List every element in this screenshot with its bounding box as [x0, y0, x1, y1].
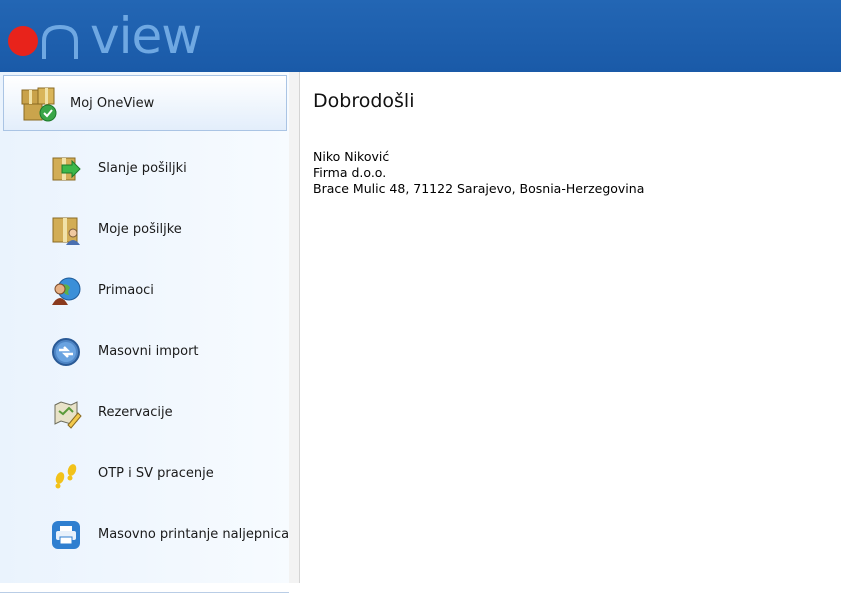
- sidebar-item-label: Rezervacije: [98, 405, 173, 420]
- sidebar-item-masovni-import[interactable]: Masovni import: [0, 321, 289, 382]
- package-person-icon: [52, 217, 80, 245]
- sidebar-item-masovno-printanje[interactable]: Masovno printanje naljepnica: [0, 504, 289, 565]
- user-details: Niko Niković Firma d.o.o. Brace Mulic 48…: [313, 149, 644, 197]
- sidebar-item-moje-posiljke[interactable]: Moje pošiljke: [0, 199, 289, 260]
- logo-n-icon: [42, 24, 78, 59]
- contacts-globe-icon: [52, 277, 81, 305]
- sidebar-item-label: Slanje pošiljki: [98, 161, 187, 176]
- package-send-icon: [52, 157, 81, 180]
- sidebar-item-rezervacije[interactable]: Rezervacije: [0, 382, 289, 443]
- oneview-logo: view: [8, 7, 202, 65]
- page-title: Dobrodošli: [313, 90, 415, 112]
- sidebar-item-label: OTP i SV pracenje: [98, 466, 214, 481]
- top-banner: view: [0, 0, 841, 72]
- sidebar-menu: Slanje pošiljki Moje pošiljke Primaoci M…: [0, 138, 289, 565]
- footprints-icon: [55, 463, 77, 488]
- user-name: Niko Niković: [313, 149, 390, 164]
- sidebar-item-label: Masovni import: [98, 344, 199, 359]
- sync-import-icon: [52, 337, 80, 366]
- main-content: Dobrodošli Niko Niković Firma d.o.o. Bra…: [300, 72, 841, 583]
- printer-icon: [52, 520, 80, 549]
- sidebar: Moj OneView Slanje pošiljki Moje pošiljk…: [0, 72, 290, 593]
- packages-check-icon: [21, 87, 57, 122]
- logo-red-dot: [8, 26, 38, 56]
- logo-text: view: [90, 7, 202, 65]
- sidebar-item-slanje-posiljki[interactable]: Slanje pošiljki: [0, 138, 289, 199]
- sidebar-item-label: Masovno printanje naljepnica: [98, 527, 289, 542]
- panel-splitter[interactable]: [289, 72, 300, 583]
- company-name: Firma d.o.o.: [313, 165, 387, 180]
- sidebar-item-otp-sv-pracenje[interactable]: OTP i SV pracenje: [0, 443, 289, 504]
- user-address: Brace Mulic 48, 71122 Sarajevo, Bosnia-H…: [313, 181, 645, 196]
- sidebar-header-label: Moj OneView: [70, 95, 155, 111]
- sidebar-item-primaoci[interactable]: Primaoci: [0, 260, 289, 321]
- sidebar-item-label: Moje pošiljke: [98, 222, 182, 237]
- reservation-map-icon: [54, 400, 82, 429]
- sidebar-header-moj-oneview[interactable]: Moj OneView: [3, 75, 287, 131]
- sidebar-item-label: Primaoci: [98, 283, 154, 298]
